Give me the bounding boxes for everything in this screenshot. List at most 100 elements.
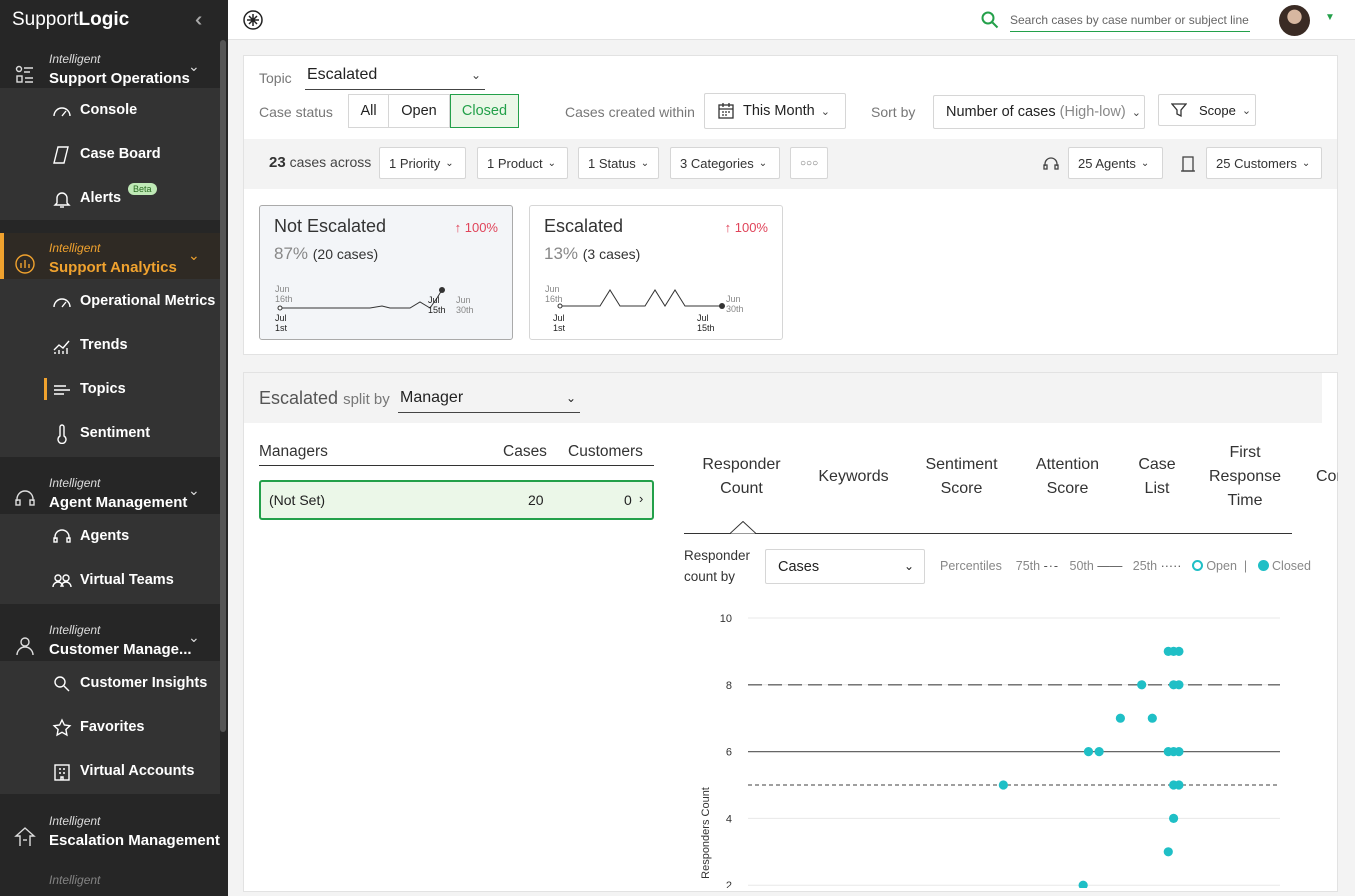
tab-line: Responder bbox=[702, 456, 781, 473]
topic-label: Topic bbox=[259, 70, 292, 86]
spark-label: 15th bbox=[697, 323, 715, 333]
sidebar-item-customer-insights[interactable]: Customer Insights bbox=[0, 662, 220, 706]
sort-hint: (High-low) bbox=[1059, 104, 1126, 120]
agents-filter-chip[interactable]: 25 Agents ⌄ bbox=[1068, 147, 1163, 179]
group-label: Support Operations bbox=[49, 70, 190, 87]
sidebar-group-next[interactable]: Intelligent bbox=[0, 865, 220, 896]
escalation-icon bbox=[14, 827, 36, 846]
rc-label-line: count by bbox=[684, 569, 736, 584]
responder-count-select[interactable]: Cases ⌄ bbox=[765, 549, 925, 584]
sidebar-item-alerts[interactable]: Alerts Beta bbox=[0, 177, 220, 221]
responder-count-chart: Responders Count 2 4 6 8 10 bbox=[700, 613, 1280, 888]
group-small-label: Intelligent bbox=[49, 52, 101, 66]
tab-sentiment-score[interactable]: Sentiment Score bbox=[914, 453, 1009, 501]
status-all-button[interactable]: All bbox=[348, 94, 389, 128]
card-share: 87% (20 cases) bbox=[274, 244, 378, 264]
product-filter-chip[interactable]: 1 Product ⌄ bbox=[477, 147, 568, 179]
sidebar-item-trends[interactable]: Trends bbox=[0, 324, 220, 368]
chevron-down-icon: ⌄ bbox=[188, 247, 200, 263]
sidebar-item-sentiment[interactable]: Sentiment bbox=[0, 412, 220, 456]
scope-button[interactable]: Scope ⌄ bbox=[1158, 94, 1256, 126]
card-title: Escalated bbox=[544, 216, 624, 236]
sidebar-item-virtual-teams[interactable]: Virtual Teams bbox=[0, 559, 220, 603]
search-icon[interactable] bbox=[980, 10, 1000, 30]
sidebar-group-escalation-management[interactable]: Intelligent Escalation Management bbox=[0, 806, 220, 866]
chevron-down-icon: ⌄ bbox=[1131, 106, 1141, 119]
topics-icon bbox=[54, 385, 70, 395]
status-open-button[interactable]: Open bbox=[388, 94, 450, 128]
case-count: 23 cases across bbox=[269, 154, 371, 171]
escalated-sparkline: Jun 16th Jul 1st Jul 15th Jun 30th bbox=[545, 284, 744, 333]
legend-closed[interactable]: Closed bbox=[1272, 559, 1311, 573]
chart-legend: Percentiles 75th -·- 50th —— 25th ····· … bbox=[940, 559, 1311, 573]
chevron-down-icon[interactable]: ▼ bbox=[1325, 12, 1335, 23]
sidebar-item-operational-metrics[interactable]: Operational Metrics bbox=[0, 280, 220, 324]
spark-label: 30th bbox=[726, 304, 744, 314]
collapse-sidebar-icon[interactable]: ‹‹ bbox=[195, 9, 204, 32]
card-title: Not Escalated bbox=[274, 216, 387, 236]
sidebar-item-favorites[interactable]: Favorites bbox=[0, 706, 220, 750]
tab-responder-count[interactable]: Responder Count bbox=[694, 453, 789, 501]
sort-by-label: Sort by bbox=[871, 104, 916, 120]
topic-card-not-escalated[interactable]: Not Escalated ↑ 100% 87% (20 cases) Jun … bbox=[259, 205, 513, 340]
topic-select[interactable]: Escalated ⌄ bbox=[305, 66, 485, 90]
spark-label: Jul bbox=[553, 313, 565, 323]
table-row[interactable]: (Not Set) 20 0 › bbox=[259, 480, 654, 520]
topic-card-escalated[interactable]: Escalated ↑ 100% 13% (3 cases) Jun 16th … bbox=[529, 205, 783, 340]
sidebar-item-case-board[interactable]: Case Board bbox=[0, 133, 220, 177]
sidebar-scrollbar[interactable] bbox=[220, 40, 226, 732]
split-header: Escalated split by Manager ⌄ bbox=[244, 373, 1322, 423]
tab-first-response-time[interactable]: First Response Time bbox=[1204, 441, 1286, 513]
sidebar-item-console[interactable]: Console bbox=[0, 89, 220, 133]
split-by-label: split by bbox=[343, 391, 390, 408]
sidebar-item-topics[interactable]: Topics bbox=[0, 368, 220, 412]
categories-filter-chip[interactable]: 3 Categories ⌄ bbox=[670, 147, 780, 179]
topic-value: Escalated bbox=[307, 66, 378, 83]
col-customers: Customers bbox=[568, 443, 643, 460]
tab-line: Count bbox=[720, 480, 763, 497]
chevron-down-icon: ⌄ bbox=[188, 482, 200, 498]
tab-conversation[interactable]: Conv bbox=[1316, 465, 1338, 489]
tab-line: Score bbox=[940, 480, 983, 497]
open-legend-marker[interactable] bbox=[1191, 560, 1203, 571]
more-filters-button[interactable]: ○○○ bbox=[790, 147, 828, 179]
analytics-icon bbox=[15, 254, 35, 274]
tab-case-list[interactable]: Case List bbox=[1130, 453, 1184, 501]
closed-legend-marker[interactable] bbox=[1257, 560, 1269, 571]
date-range-button[interactable]: This Month ⌄ bbox=[704, 93, 846, 129]
case-search-input[interactable] bbox=[1010, 8, 1250, 32]
tab-line: Score bbox=[1046, 480, 1089, 497]
sort-select[interactable]: Number of cases (High-low) ⌄ bbox=[933, 95, 1145, 129]
user-icon bbox=[16, 637, 34, 656]
card-share-pct: 13% bbox=[544, 244, 579, 263]
data-point bbox=[1115, 713, 1125, 723]
data-point bbox=[1147, 713, 1157, 723]
tab-attention-score[interactable]: Attention Score bbox=[1025, 453, 1110, 501]
priority-filter-chip[interactable]: 1 Priority ⌄ bbox=[379, 147, 466, 179]
chevron-down-icon: ⌄ bbox=[1241, 104, 1252, 117]
operations-icon bbox=[15, 65, 33, 83]
tab-line: Conv bbox=[1316, 468, 1338, 485]
customers-filter-chip[interactable]: 25 Customers ⌄ bbox=[1206, 147, 1322, 179]
tab-line: List bbox=[1144, 480, 1170, 497]
tab-keywords[interactable]: Keywords bbox=[811, 465, 896, 489]
legend-open[interactable]: Open bbox=[1206, 559, 1237, 573]
status-filter-chip[interactable]: 1 Status ⌄ bbox=[578, 147, 659, 179]
sidebar-item-agents[interactable]: Agents bbox=[0, 515, 220, 559]
sidebar-item-virtual-accounts[interactable]: Virtual Accounts bbox=[0, 750, 220, 794]
status-closed-button[interactable]: Closed bbox=[450, 94, 519, 128]
star-icon bbox=[52, 718, 72, 737]
sidebar-item-label: Console bbox=[80, 102, 138, 118]
group-label: Escalation Management bbox=[49, 832, 220, 849]
case-count-suffix: cases across bbox=[289, 154, 372, 170]
y-tick-label: 8 bbox=[726, 680, 732, 692]
chip-label: 25 Customers bbox=[1216, 155, 1297, 171]
legend-p50: 50th bbox=[1069, 559, 1094, 573]
brand-logo[interactable]: Support Logic bbox=[0, 0, 228, 40]
rc-select-value: Cases bbox=[778, 559, 820, 575]
split-by-select[interactable]: Manager ⌄ bbox=[398, 389, 580, 413]
sidebar-item-label: Operational Metrics bbox=[80, 293, 216, 309]
legend-percentiles: Percentiles bbox=[940, 559, 1002, 573]
avatar[interactable] bbox=[1279, 5, 1310, 36]
settings-gear-icon[interactable] bbox=[242, 9, 264, 31]
